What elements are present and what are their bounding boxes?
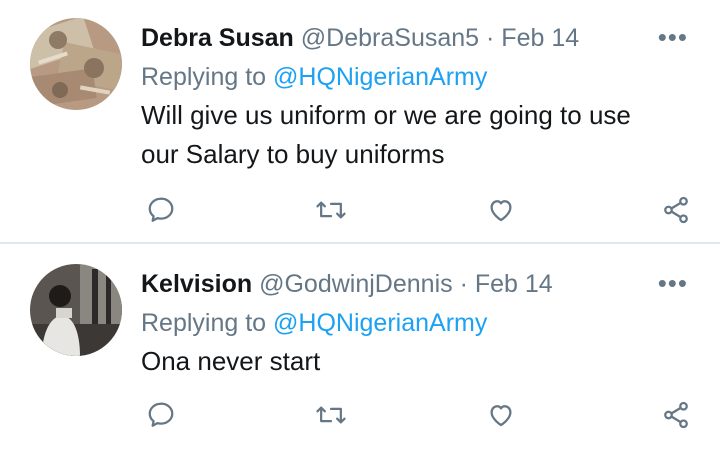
replying-to-label: Replying to: [141, 63, 267, 91]
replying-to-link[interactable]: @HQNigerianArmy: [273, 309, 487, 337]
share-button[interactable]: [656, 395, 696, 435]
replying-to-label: Replying to: [141, 309, 267, 337]
tweet-actions: [141, 190, 701, 230]
tweet-text-line: our Salary to buy uniforms: [141, 139, 445, 169]
retweet-icon: [316, 201, 346, 219]
tweet-date[interactable]: Feb 14: [501, 24, 579, 52]
separator: ·: [486, 24, 495, 52]
tweet-text-line: Ona never start: [141, 346, 321, 376]
person-avatar-image: [30, 264, 122, 356]
tweet-text: Ona never start: [141, 342, 700, 381]
user-handle[interactable]: @GodwinjDennis: [259, 270, 453, 298]
replying-to-link[interactable]: @HQNigerianArmy: [273, 63, 487, 91]
more-options-icon[interactable]: •••: [658, 18, 688, 58]
separator: ·: [459, 270, 468, 298]
like-icon: [490, 200, 512, 222]
reply-icon: [148, 197, 174, 222]
reply-icon: [148, 402, 174, 427]
share-button[interactable]: [656, 190, 696, 230]
avatar[interactable]: [30, 18, 122, 110]
tweet-header: Kelvision @GodwinjDennis · Feb 14 •••: [141, 264, 700, 304]
like-button[interactable]: [481, 190, 521, 230]
display-name[interactable]: Kelvision: [141, 270, 252, 298]
replying-to: Replying to @HQNigerianArmy: [141, 58, 700, 96]
user-handle[interactable]: @DebraSusan5: [301, 24, 479, 52]
more-options-icon[interactable]: •••: [658, 264, 688, 304]
like-button[interactable]: [481, 395, 521, 435]
avatar[interactable]: [30, 264, 122, 356]
tweet-2[interactable]: Kelvision @GodwinjDennis · Feb 14 ••• Re…: [0, 242, 720, 450]
tweet-text-line: Will give us uniform or we are going to …: [141, 100, 631, 130]
reply-button[interactable]: [141, 395, 181, 435]
money-avatar-image: [30, 18, 122, 110]
replying-to: Replying to @HQNigerianArmy: [141, 304, 700, 342]
tweet-1[interactable]: Debra Susan @DebraSusan5 · Feb 14 ••• Re…: [0, 0, 720, 244]
tweet-actions: [141, 395, 701, 435]
retweet-button[interactable]: [311, 395, 351, 435]
display-name[interactable]: Debra Susan: [141, 24, 294, 52]
share-icon: [664, 401, 688, 429]
retweet-button[interactable]: [311, 190, 351, 230]
tweet-text: Will give us uniform or we are going to …: [141, 96, 700, 174]
reply-button[interactable]: [141, 190, 181, 230]
share-icon: [664, 196, 688, 224]
tweet-header: Debra Susan @DebraSusan5 · Feb 14 •••: [141, 18, 700, 58]
tweet-date[interactable]: Feb 14: [475, 270, 553, 298]
like-icon: [490, 405, 512, 427]
retweet-icon: [316, 406, 346, 424]
